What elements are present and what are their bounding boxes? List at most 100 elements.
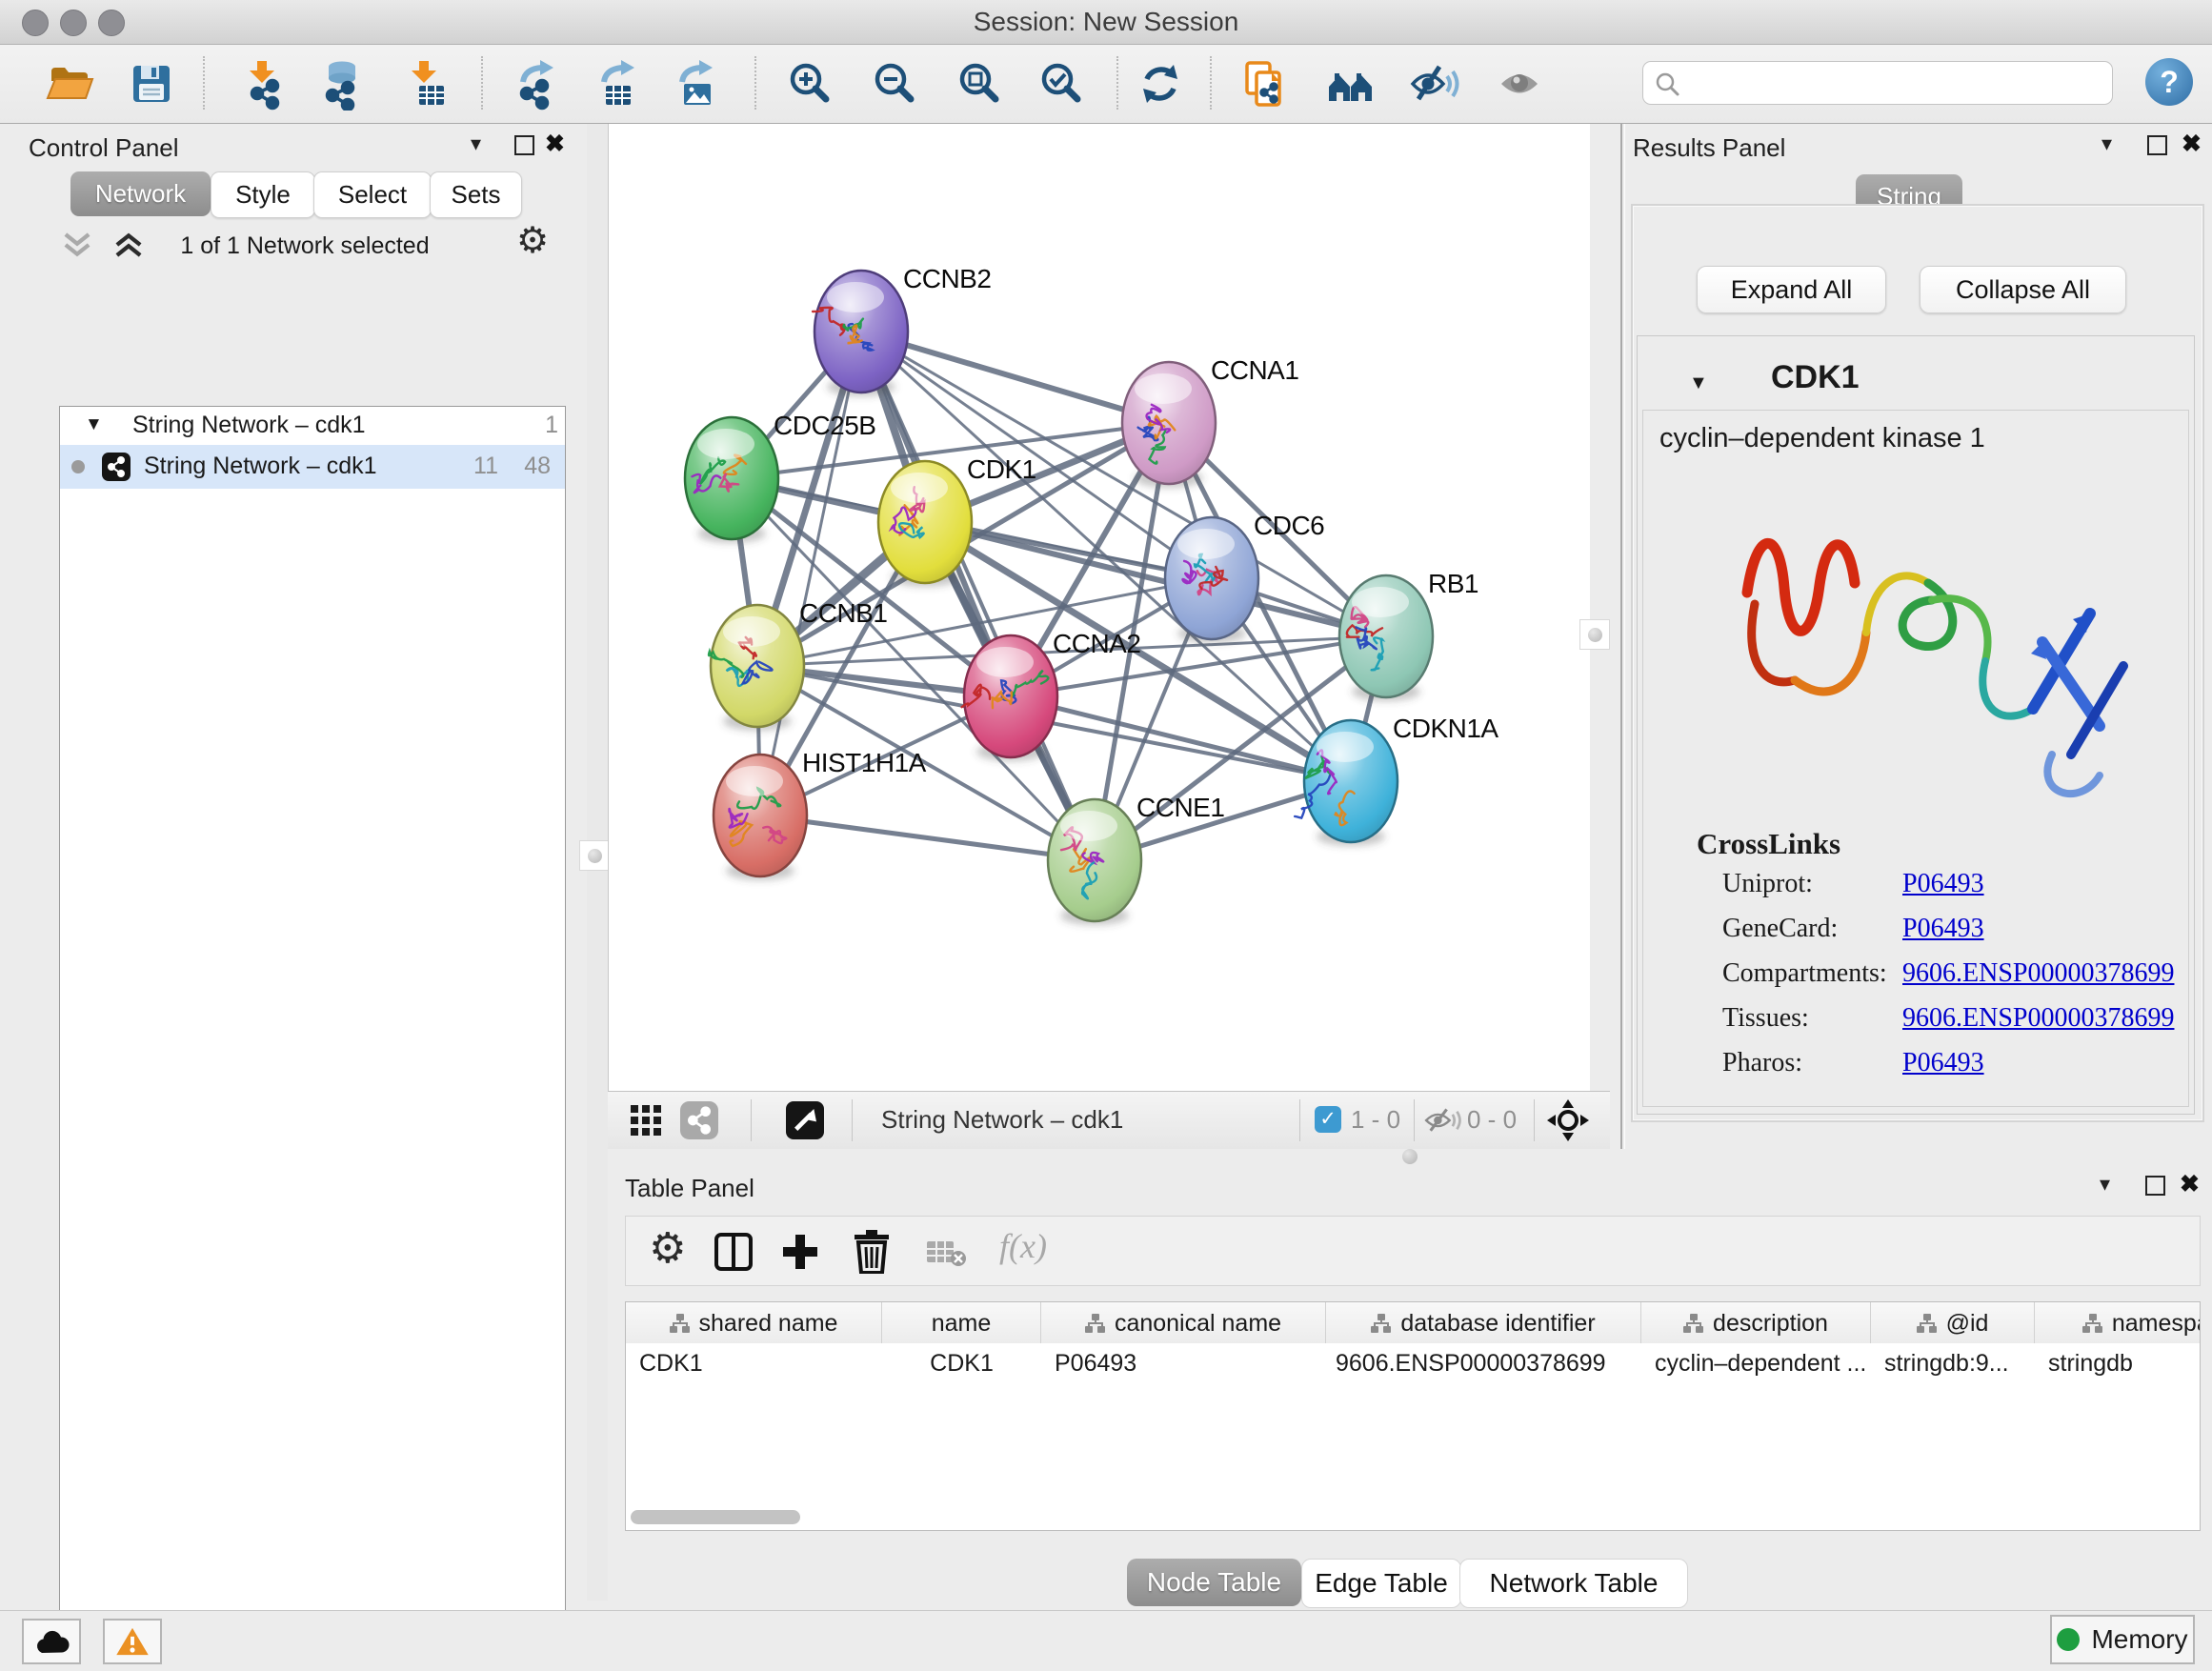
tree-expand-arrow[interactable]: ▼: [85, 414, 103, 435]
column-header-id[interactable]: @id: [1871, 1302, 2035, 1344]
cell-namespace[interactable]: stringdb: [2035, 1350, 2201, 1378]
birdseye-toggle-icon[interactable]: [786, 1101, 824, 1139]
export-table-button[interactable]: [586, 52, 649, 115]
cell-shared-name[interactable]: CDK1: [626, 1350, 882, 1378]
search-icon: [1653, 70, 1681, 98]
search-input[interactable]: [1685, 64, 2099, 100]
grid-view-icon[interactable]: [629, 1103, 663, 1137]
current-network-name: String Network – cdk1: [881, 1105, 1123, 1135]
tab-select[interactable]: Select: [313, 171, 432, 218]
table-horizontal-scrollbar[interactable]: [631, 1510, 800, 1524]
results-panel-menu-arrow[interactable]: ▾: [2101, 131, 2112, 156]
tab-style[interactable]: Style: [211, 171, 315, 218]
crosslink-pharos-link[interactable]: P06493: [1902, 1048, 1984, 1078]
import-network-file-button[interactable]: [231, 52, 294, 115]
collapse-all-button[interactable]: Collapse All: [1920, 266, 2126, 313]
warnings-button[interactable]: [103, 1619, 162, 1664]
column-header-name[interactable]: name: [882, 1302, 1041, 1344]
gene-collapse-arrow[interactable]: ▼: [1689, 372, 1708, 394]
zoom-in-button[interactable]: [778, 52, 841, 115]
network-edge[interactable]: [760, 815, 1095, 860]
import-network-database-button[interactable]: [309, 52, 372, 115]
column-header-shared-name[interactable]: shared name: [626, 1302, 882, 1344]
network-node-label: CDK1: [967, 454, 1036, 484]
results-panel-close-button[interactable]: ✖: [2182, 130, 2202, 158]
network-edge[interactable]: [760, 332, 861, 815]
pan-crosshair-icon[interactable]: [1545, 1097, 1591, 1143]
column-header-namespace[interactable]: namespace: [2035, 1302, 2201, 1344]
open-session-button[interactable]: [39, 52, 102, 115]
cell-name[interactable]: CDK1: [882, 1350, 1041, 1378]
tab-network[interactable]: Network: [70, 171, 211, 216]
table-panel-menu-arrow[interactable]: ▾: [2100, 1172, 2110, 1197]
network-node-CCNA1[interactable]: [1122, 362, 1216, 484]
cell-canonical-name[interactable]: P06493: [1041, 1350, 1326, 1378]
results-panel-float-button[interactable]: [2147, 135, 2167, 155]
tab-network-table[interactable]: Network Table: [1459, 1559, 1688, 1608]
zoom-selected-button[interactable]: [1030, 52, 1093, 115]
export-network-button[interactable]: [505, 52, 568, 115]
column-header-description[interactable]: description: [1641, 1302, 1871, 1344]
control-panel-menu-arrow[interactable]: ▾: [471, 131, 481, 156]
network-node-CCNE1[interactable]: [1048, 799, 1141, 921]
cloud-status-button[interactable]: [22, 1619, 81, 1664]
cell-description[interactable]: cyclin–dependent ...: [1641, 1350, 1871, 1378]
cell-database-identifier[interactable]: 9606.ENSP00000378699: [1326, 1350, 1641, 1378]
network-node-CCNA2[interactable]: [962, 635, 1057, 757]
zoom-out-button[interactable]: [863, 52, 926, 115]
crosslink-tissues-link[interactable]: 9606.ENSP00000378699: [1902, 1003, 2174, 1034]
hide-selected-button[interactable]: [1402, 52, 1465, 115]
tab-node-table[interactable]: Node Table: [1127, 1559, 1301, 1606]
splitter-handle[interactable]: [1402, 1149, 1418, 1164]
network-options-gear-icon[interactable]: ⚙: [516, 219, 549, 261]
export-image-button[interactable]: [664, 52, 727, 115]
crosslink-uniprot-link[interactable]: P06493: [1902, 869, 1984, 899]
save-session-button[interactable]: [120, 52, 183, 115]
expand-all-networks-button[interactable]: [112, 231, 145, 264]
create-column-plus-icon[interactable]: [780, 1232, 820, 1272]
crosslink-genecard-link[interactable]: P06493: [1902, 914, 1984, 944]
network-collection-label[interactable]: String Network – cdk1: [132, 412, 366, 439]
zoom-fit-button[interactable]: [948, 52, 1011, 115]
selected-checkbox-icon[interactable]: ✓: [1315, 1106, 1341, 1133]
clone-network-button[interactable]: [1233, 52, 1296, 115]
control-panel-close-button[interactable]: ✖: [545, 130, 565, 158]
network-node-CDC25B[interactable]: [685, 417, 778, 539]
table-panel-close-button[interactable]: ✖: [2180, 1170, 2200, 1198]
import-table-file-button[interactable]: [393, 52, 456, 115]
tab-sets[interactable]: Sets: [430, 171, 522, 218]
table-row[interactable]: CDK1 CDK1 P06493 9606.ENSP00000378699 cy…: [626, 1343, 2200, 1383]
collapse-all-networks-button[interactable]: [61, 231, 93, 264]
show-columns-icon[interactable]: [714, 1232, 754, 1272]
column-header-database-identifier[interactable]: database identifier: [1326, 1302, 1641, 1344]
expand-all-button[interactable]: Expand All: [1697, 266, 1886, 313]
network-node-HIST1H1A[interactable]: [714, 755, 807, 876]
network-node-CCNB1[interactable]: [709, 605, 804, 727]
column-header-canonical-name[interactable]: canonical name: [1041, 1302, 1326, 1344]
help-button[interactable]: ?: [2145, 58, 2193, 106]
control-panel-float-button[interactable]: [514, 135, 534, 155]
column-type-icon: [1917, 1314, 1938, 1334]
tab-edge-table[interactable]: Edge Table: [1301, 1559, 1461, 1608]
network-canvas[interactable]: CCNB2CCNA1CDC25BCDK1CDC6RB1CCNB1CCNA2CDK…: [608, 124, 1590, 1091]
splitter-handle[interactable]: [1579, 619, 1610, 650]
splitter-handle[interactable]: [579, 840, 610, 871]
network-list-icon[interactable]: [680, 1101, 718, 1139]
network-node-CDC6[interactable]: [1165, 517, 1258, 639]
table-panel-float-button[interactable]: [2145, 1176, 2165, 1196]
crosslink-compartments-link[interactable]: 9606.ENSP00000378699: [1902, 958, 2174, 989]
table-options-gear-icon[interactable]: ⚙: [649, 1224, 686, 1273]
show-all-button[interactable]: [1489, 52, 1552, 115]
network-node-CCNB2[interactable]: [813, 271, 908, 393]
memory-button[interactable]: Memory: [2050, 1615, 2195, 1664]
first-neighbors-button[interactable]: [1319, 52, 1382, 115]
delete-column-trash-icon[interactable]: [851, 1230, 893, 1274]
network-node-CDKN1A[interactable]: [1295, 720, 1398, 842]
network-node-RB1[interactable]: [1339, 575, 1433, 697]
network-edge[interactable]: [861, 332, 1095, 860]
cloud-icon: [33, 1628, 70, 1655]
network-tree-row-selected[interactable]: String Network – cdk1 11 48: [60, 445, 565, 489]
cell-id[interactable]: stringdb:9...: [1871, 1350, 2035, 1378]
refresh-button[interactable]: [1129, 52, 1192, 115]
network-node-CDK1[interactable]: [878, 461, 972, 583]
